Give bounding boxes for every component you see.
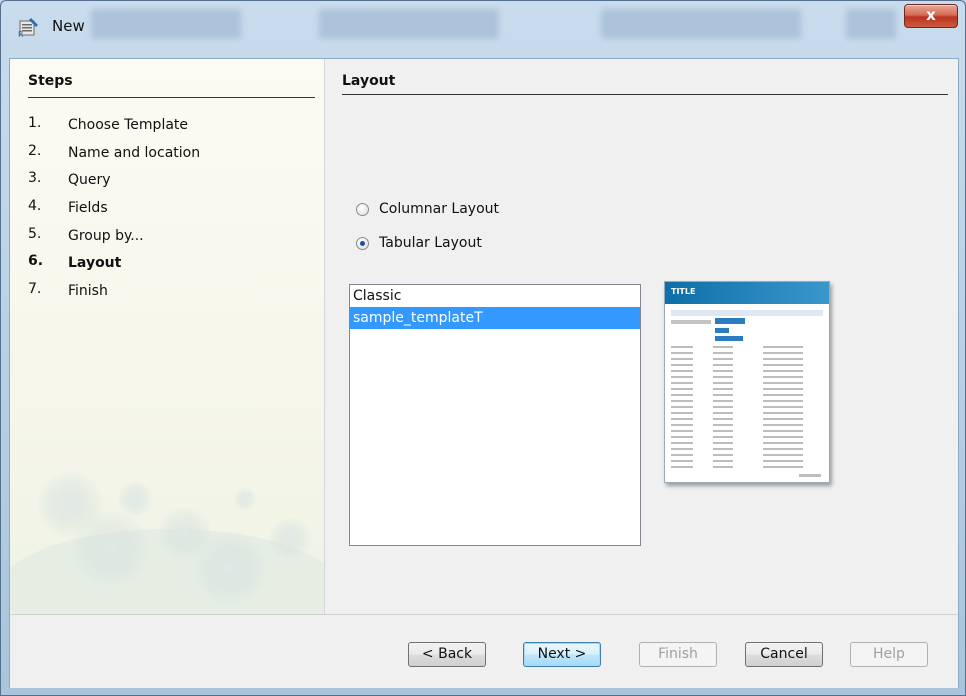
preview-table-graphic <box>671 310 823 477</box>
template-item-sample[interactable]: sample_templateT <box>350 307 640 329</box>
tabular-layout-label: Tabular Layout <box>379 235 482 251</box>
columnar-layout-option[interactable]: Columnar Layout <box>356 201 499 217</box>
finish-button[interactable]: Finish <box>639 642 717 667</box>
layout-heading: Layout <box>342 73 396 89</box>
preview-title: TITLE <box>665 282 829 304</box>
step-number: 2. <box>28 142 42 159</box>
back-button[interactable]: < Back <box>408 642 486 667</box>
next-button[interactable]: Next > <box>523 642 601 667</box>
template-item-classic[interactable]: Classic <box>350 285 640 307</box>
step-label: Group by... <box>68 227 144 244</box>
radio-button-selected[interactable] <box>356 236 369 250</box>
step-label: Fields <box>68 200 108 217</box>
cancel-button[interactable]: Cancel <box>745 642 823 667</box>
step-label: Layout <box>68 255 122 272</box>
report-wizard-icon: R <box>18 18 38 38</box>
step-label: Query <box>68 172 111 189</box>
step-number: 4. <box>28 198 42 215</box>
template-list[interactable]: Classic sample_templateT <box>349 284 641 546</box>
decorative-bubbles <box>10 470 324 614</box>
step-number: 1. <box>28 115 42 131</box>
columnar-layout-label: Columnar Layout <box>379 201 499 217</box>
radio-button[interactable] <box>356 202 369 216</box>
layout-divider <box>342 94 948 95</box>
step-number: 6. <box>28 253 44 270</box>
step-number: 3. <box>28 170 42 187</box>
step-label: Finish <box>68 283 108 300</box>
steps-heading: Steps <box>28 73 73 89</box>
dialog-window: R New x Steps 1. Choose Template 2. Name a… <box>0 0 966 696</box>
step-number: 5. <box>28 225 42 242</box>
svg-text:R: R <box>18 30 24 38</box>
close-button[interactable]: x <box>904 4 958 28</box>
window-title: New <box>52 17 85 35</box>
close-icon: x <box>926 6 936 24</box>
dialog-body: Steps 1. Choose Template 2. Name and locat… <box>9 58 959 688</box>
layout-panel: Layout Columnar Layout Tabular Layout Cl… <box>334 59 958 614</box>
steps-panel: Steps 1. Choose Template 2. Name and locat… <box>10 59 325 614</box>
tabular-layout-option[interactable]: Tabular Layout <box>356 235 482 251</box>
layout-preview-image: TITLE <box>664 281 830 483</box>
step-label: Name and location <box>68 144 201 161</box>
title-bar[interactable]: R New x <box>1 1 965 45</box>
help-button[interactable]: Help <box>850 642 928 667</box>
button-bar: < Back Next > Finish Cancel Help <box>10 614 958 688</box>
step-number: 7. <box>28 281 42 298</box>
steps-divider <box>28 97 315 98</box>
step-label: Choose Template <box>68 117 189 133</box>
